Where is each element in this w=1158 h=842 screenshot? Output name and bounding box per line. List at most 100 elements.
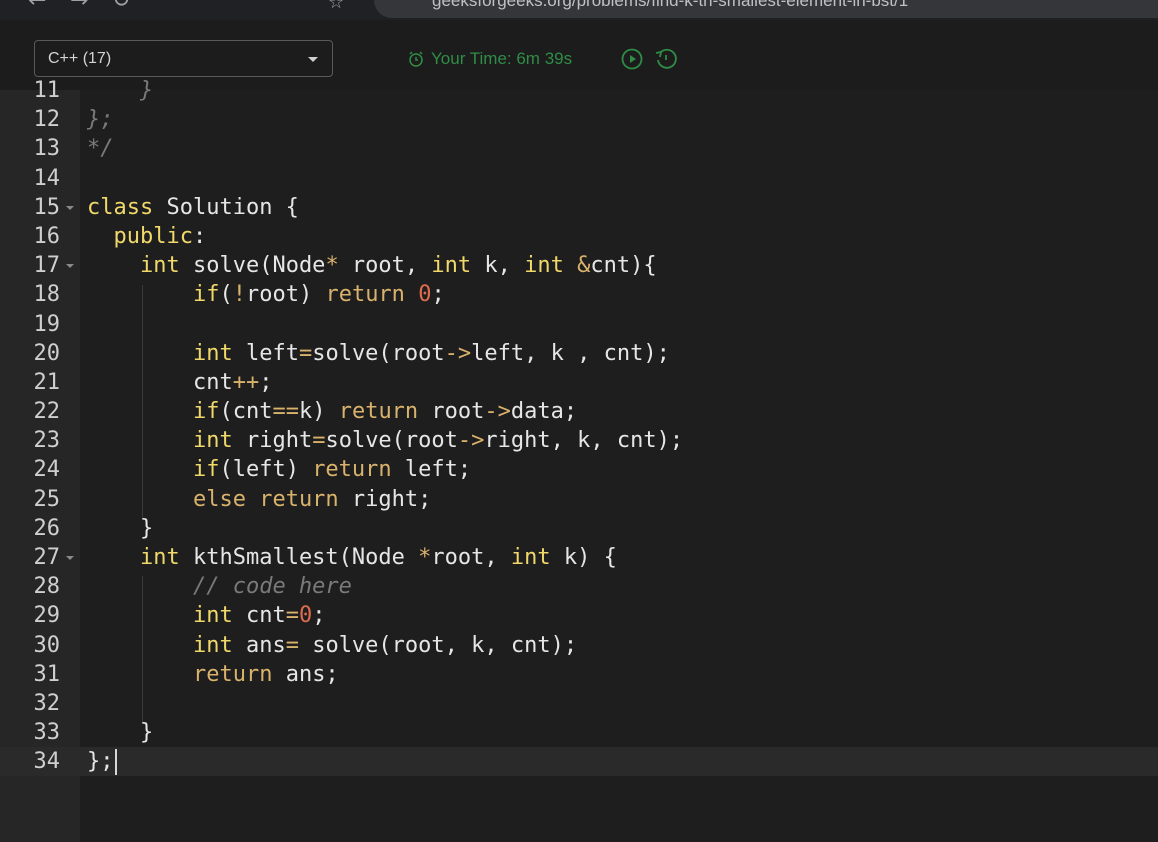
- code-line[interactable]: 20 int left=solve(root->left, k , cnt);: [0, 339, 1158, 368]
- code-line-text: int kthSmallest(Node *root, int k) {: [87, 543, 617, 572]
- code-token: ans: [232, 632, 286, 658]
- code-token: int: [192, 632, 233, 658]
- code-line[interactable]: 32: [0, 689, 1158, 718]
- code-token: cnt: [232, 603, 286, 629]
- code-token: (: [219, 282, 233, 308]
- code-line[interactable]: 18 if(!root) return 0;: [0, 280, 1158, 309]
- code-line[interactable]: 26 }: [0, 514, 1158, 543]
- code-token: root,: [338, 253, 432, 279]
- line-number: 13: [33, 136, 61, 162]
- code-line[interactable]: 14: [0, 164, 1158, 193]
- line-number: 18: [33, 282, 61, 308]
- code-line[interactable]: 19: [0, 310, 1158, 339]
- code-token: ->: [457, 428, 485, 454]
- code-token: !: [232, 282, 246, 308]
- code-token: }: [87, 720, 154, 746]
- code-line-text: if(cnt==k) return root->data;: [87, 397, 577, 426]
- code-token: return: [325, 282, 405, 308]
- code-line-text: int ans= solve(root, k, cnt);: [87, 631, 577, 660]
- code-token: left;: [391, 457, 472, 483]
- code-token: :: [192, 223, 207, 249]
- line-number: 28: [33, 574, 61, 600]
- address-bar-url[interactable]: geeksforgeeks.org/problems/find-k-th-sma…: [432, 0, 908, 11]
- code-line-text: cnt++;: [87, 368, 273, 397]
- code-line[interactable]: 16 public:: [0, 222, 1158, 251]
- code-line[interactable]: 34};: [0, 747, 1158, 776]
- code-token: solve(root: [325, 428, 458, 454]
- code-line-text: if(left) return left;: [87, 455, 471, 484]
- fold-toggle-icon[interactable]: [66, 556, 74, 560]
- code-line[interactable]: 23 int right=solve(root->right, k, cnt);: [0, 426, 1158, 455]
- code-token: =: [312, 428, 326, 454]
- code-token: ->: [444, 340, 472, 366]
- code-token: left, k , cnt);: [471, 340, 670, 366]
- timer: Your Time: 6m 39s: [407, 49, 572, 69]
- code-line[interactable]: 28 // code here: [0, 572, 1158, 601]
- chevron-down-icon: [308, 57, 318, 62]
- code-line-text: public:: [87, 222, 207, 251]
- code-line[interactable]: 15 class Solution {: [0, 193, 1158, 222]
- code-token: k,: [471, 253, 525, 279]
- bookmark-icon[interactable]: ☆: [328, 0, 344, 13]
- line-number: 15: [33, 194, 61, 220]
- fold-toggle-icon[interactable]: [66, 205, 74, 210]
- code-line[interactable]: 31 return ans;: [0, 660, 1158, 689]
- code-token: return: [312, 457, 392, 483]
- code-line[interactable]: 25 else return right;: [0, 485, 1158, 514]
- code-token: cnt){: [590, 253, 657, 279]
- code-token: int: [139, 545, 180, 570]
- line-number: 30: [33, 632, 61, 658]
- line-number: 34: [33, 749, 61, 775]
- code-editor[interactable]: 11 } 12}; 13 */14 15 class Solution {16 publi…: [0, 78, 1158, 842]
- code-token: Solution {: [153, 194, 299, 220]
- code-line[interactable]: 29 int cnt=0;: [0, 601, 1158, 630]
- alarm-clock-icon: [409, 51, 423, 67]
- code-line[interactable]: 24 if(left) return left;: [0, 455, 1158, 484]
- code-line[interactable]: 11 }: [0, 76, 1158, 105]
- code-token: if: [192, 399, 220, 425]
- code-token: right;: [338, 486, 432, 512]
- code-line[interactable]: 13 */: [0, 134, 1158, 163]
- code-token: ;: [312, 603, 326, 629]
- code-line[interactable]: 21 cnt++;: [0, 368, 1158, 397]
- forward-arrow-icon[interactable]: →: [70, 0, 88, 12]
- back-arrow-icon[interactable]: ←: [28, 0, 46, 12]
- code-line[interactable]: 22 if(cnt==k) return root->data;: [0, 397, 1158, 426]
- fold-toggle-icon[interactable]: [66, 264, 74, 269]
- code-token: =: [285, 632, 299, 658]
- code-line[interactable]: 17 int solve(Node* root, int k, int &cnt…: [0, 251, 1158, 280]
- code-token: 0: [418, 282, 432, 308]
- language-select[interactable]: C++ (17): [34, 40, 333, 77]
- line-number: 11: [33, 78, 61, 103]
- code-line[interactable]: 27 int kthSmallest(Node *root, int k) {: [0, 543, 1158, 572]
- code-token: }: [87, 515, 154, 541]
- code-lines: 11 } 12}; 13 */14 15 class Solution {16 publi…: [0, 76, 1158, 777]
- code-token: (cnt: [219, 399, 273, 425]
- code-token: };: [87, 107, 114, 133]
- line-number: 24: [33, 457, 61, 483]
- line-number: 25: [33, 486, 61, 512]
- code-token: };: [87, 749, 114, 775]
- code-token: int: [524, 253, 564, 279]
- code-token: if: [192, 282, 220, 308]
- code-line[interactable]: 33 }: [0, 718, 1158, 747]
- line-number: 21: [33, 369, 61, 395]
- play-timer-icon[interactable]: [621, 48, 643, 70]
- code-token: k) {: [550, 545, 617, 570]
- code-line-text: */: [87, 134, 114, 163]
- code-token: int: [139, 253, 180, 279]
- code-line[interactable]: 12};: [0, 105, 1158, 134]
- reset-timer-icon[interactable]: [654, 48, 678, 70]
- line-number: 32: [33, 690, 61, 716]
- code-token: */: [87, 136, 114, 162]
- code-line-text: int right=solve(root->right, k, cnt);: [87, 426, 683, 455]
- reload-icon[interactable]: ↻: [112, 0, 130, 12]
- code-token: return: [259, 486, 339, 512]
- code-token: int: [431, 253, 472, 279]
- code-line[interactable]: 30 int ans= solve(root, k, cnt);: [0, 631, 1158, 660]
